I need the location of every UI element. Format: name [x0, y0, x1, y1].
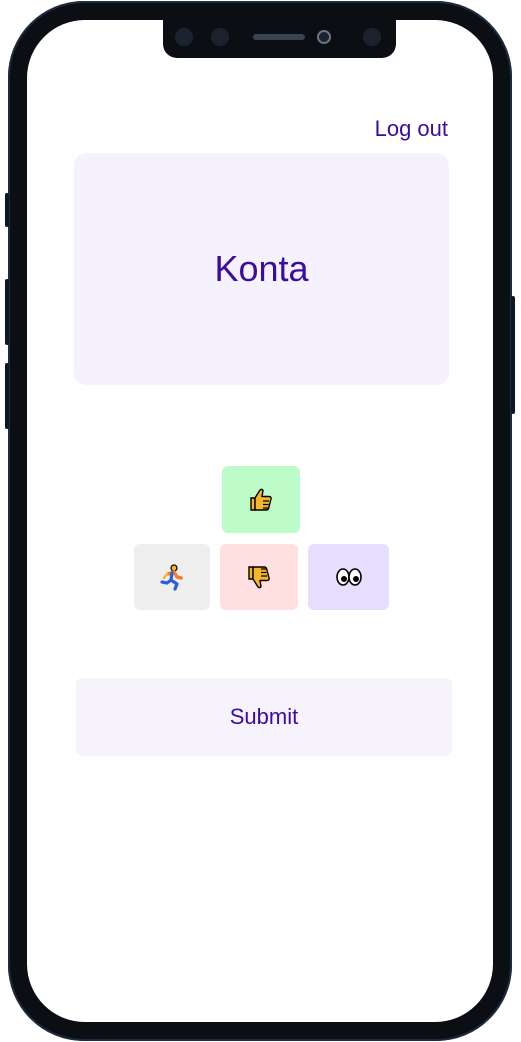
eyes-button[interactable] [308, 544, 389, 610]
notch [163, 20, 396, 58]
front-camera [317, 30, 331, 44]
speaker-grille [253, 34, 305, 40]
submit-button[interactable]: Submit [76, 678, 452, 756]
silent-switch [5, 193, 9, 227]
screen: Log out Konta Submit [27, 20, 493, 1022]
sensor-dot [363, 28, 381, 46]
phone-frame: Log out Konta Submit [5, 1, 515, 1041]
power-button [511, 296, 515, 414]
sensor-dot [211, 28, 229, 46]
sensor-dot [175, 28, 193, 46]
volume-down-button [5, 363, 9, 429]
thumbs-down-icon [248, 566, 270, 589]
running-person-icon [160, 564, 183, 591]
running-button[interactable] [134, 544, 210, 610]
thumbs-up-icon [250, 488, 272, 511]
thumbs-down-button[interactable] [220, 544, 298, 610]
volume-up-button [5, 279, 9, 345]
eyes-icon [335, 568, 362, 586]
card-title: Konta [214, 248, 309, 289]
thumbs-up-button[interactable] [222, 466, 300, 533]
word-card: Konta [74, 153, 449, 385]
logout-link[interactable]: Log out [375, 116, 448, 142]
